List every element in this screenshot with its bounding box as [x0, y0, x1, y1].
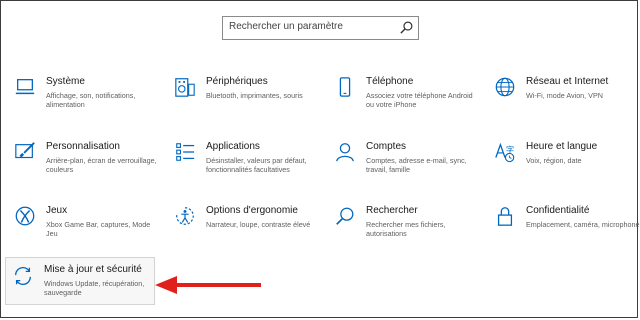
person-icon [336, 143, 354, 162]
setting-description: Rechercher mes fichiers, autorisations [366, 220, 446, 239]
setting-description: Affichage, son, notifications, alimentat… [46, 91, 136, 110]
setting-accounts[interactable]: Comptes Comptes, adresse e-mail, sync, t… [328, 137, 484, 197]
setting-title: Rechercher [366, 205, 418, 216]
setting-gaming[interactable]: Jeux Xbox Game Bar, captures, Mode Jeu [8, 201, 164, 261]
setting-title: Mise à jour et sécurité [44, 264, 142, 275]
setting-title: Téléphone [366, 76, 414, 87]
sync-icon [15, 267, 31, 285]
lock-icon [497, 207, 513, 226]
setting-description: Voix, région, date [526, 156, 582, 165]
setting-description: Emplacement, caméra, microphone [526, 220, 640, 229]
setting-system[interactable]: Système Affichage, son, notifications, a… [8, 72, 164, 132]
setting-title: Comptes [366, 141, 407, 152]
setting-description: Arrière-plan, écran de verrouillage, cou… [46, 156, 157, 175]
setting-title: Confidentialité [526, 205, 590, 216]
phone-icon [339, 77, 351, 97]
setting-description: Xbox Game Bar, captures, Mode Jeu [46, 220, 151, 239]
setting-time-language[interactable]: 字 Heure et langue Voix, région, date [488, 137, 640, 197]
paint-brush-icon [15, 142, 35, 159]
setting-ease-of-access[interactable]: Options d'ergonomie Narrateur, loupe, co… [168, 201, 324, 261]
laptop-icon [15, 79, 35, 95]
red-pointer-arrow [155, 276, 261, 294]
setting-search[interactable]: Rechercher Rechercher mes fichiers, auto… [328, 201, 484, 261]
setting-title: Système [46, 76, 85, 87]
search-icon [336, 207, 354, 225]
search-icon[interactable] [399, 20, 414, 35]
search-input[interactable]: Rechercher un paramètre [222, 16, 419, 40]
setting-description: Bluetooth, imprimantes, souris [206, 91, 303, 100]
setting-apps[interactable]: Applications Désinstaller, valeurs par d… [168, 137, 324, 197]
setting-title: Jeux [46, 205, 68, 216]
setting-title: Personnalisation [46, 141, 120, 152]
setting-update-security[interactable]: Mise à jour et sécurité Windows Update, … [5, 257, 155, 305]
setting-title: Options d'ergonomie [206, 205, 298, 216]
time-language-icon: 字 [495, 142, 515, 163]
keyboard-speaker-icon [175, 78, 195, 97]
setting-description: Comptes, adresse e-mail, sync, travail, … [366, 156, 467, 175]
setting-privacy[interactable]: Confidentialité Emplacement, caméra, mic… [488, 201, 640, 261]
setting-title: Applications [206, 141, 260, 152]
search-placeholder: Rechercher un paramètre [229, 21, 343, 32]
setting-devices[interactable]: Périphériques Bluetooth, imprimantes, so… [168, 72, 324, 132]
setting-description: Windows Update, récupération, sauvegarde [44, 279, 145, 298]
app-list-icon [176, 143, 195, 161]
setting-description: Narrateur, loupe, contraste élevé [206, 220, 311, 229]
setting-title: Heure et langue [526, 141, 598, 152]
setting-phone[interactable]: Téléphone Associez votre téléphone Andro… [328, 72, 484, 132]
setting-title: Périphériques [206, 76, 268, 87]
setting-description: Wi-Fi, mode Avion, VPN [526, 91, 603, 100]
globe-icon [495, 77, 515, 97]
xbox-icon [15, 206, 35, 226]
ease-of-access-icon [176, 207, 194, 225]
setting-description: Associez votre téléphone Android ou votr… [366, 91, 473, 110]
setting-personalization[interactable]: Personnalisation Arrière-plan, écran de … [8, 137, 164, 197]
setting-description: Désinstaller, valeurs par défaut, foncti… [206, 156, 307, 175]
setting-title: Réseau et Internet [526, 76, 609, 87]
setting-network[interactable]: Réseau et Internet Wi-Fi, mode Avion, VP… [488, 72, 640, 132]
